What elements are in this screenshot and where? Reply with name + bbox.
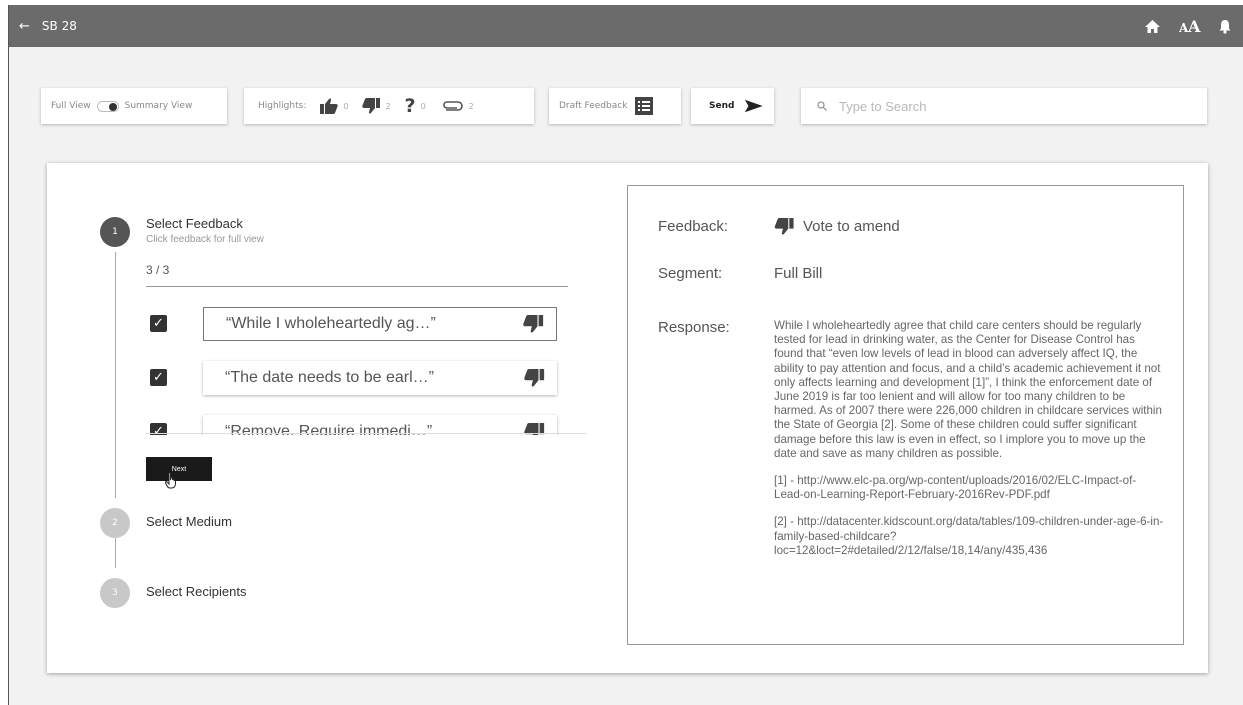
svg-text:A: A [1187, 18, 1201, 34]
feedback-card[interactable]: “While I wholeheartedly ag…” [203, 307, 557, 341]
reference-1[interactable]: [1] - http://www.elc-pa.org/wp-content/u… [774, 474, 1164, 502]
top-bar: ← SB 28 AA [9, 5, 1243, 47]
segment-label: Segment: [658, 265, 723, 282]
feedback-snippet: “While I wholeheartedly ag…” [226, 315, 436, 332]
feedback-list: ✓ “While I wholeheartedly ag…” ✓ “The da… [146, 307, 568, 435]
search-icon [817, 101, 827, 111]
question-count: 0 [420, 101, 426, 111]
segment-value: Full Bill [774, 265, 823, 282]
step-connector-line [115, 252, 116, 498]
top-bar-actions: AA [1144, 5, 1231, 47]
view-toggle-box: Full View Summary View [41, 88, 227, 124]
send-arrow-icon [745, 99, 764, 113]
feedback-row: ✓ “The date needs to be earl…” [146, 361, 568, 395]
highlights-label: Highlights: [258, 101, 307, 111]
question-icon: ? [404, 95, 416, 117]
response-text: While I wholeheartedly agree that child … [774, 319, 1162, 460]
feedback-detail-panel: Feedback: Vote to amend Segment: Full Bi… [627, 185, 1184, 645]
thumbs-down-icon [362, 98, 381, 114]
attachment-count: 2 [468, 101, 474, 111]
thumbs-up-count: 0 [343, 101, 349, 111]
feedback-snippet: “The date needs to be earl…” [225, 369, 435, 386]
notification-bell-icon[interactable] [1219, 19, 1231, 34]
highlight-question[interactable]: ? 0 [405, 95, 426, 117]
highlight-thumbs-up[interactable]: 0 [320, 98, 348, 114]
thumbs-down-icon [524, 369, 545, 387]
feedback-list-divider [146, 433, 586, 434]
highlight-thumbs-down[interactable]: 2 [362, 98, 391, 114]
page-title: SB 28 [41, 19, 77, 33]
hand-cursor-icon [164, 472, 179, 493]
feedback-count-divider [146, 286, 568, 287]
thumbs-down-icon [774, 218, 794, 235]
search-input[interactable] [839, 98, 1159, 114]
next-button[interactable]: Next [146, 457, 212, 481]
step-1-title: Select Feedback [146, 216, 243, 231]
step-2-circle: 2 [100, 508, 130, 538]
feedback-row: ✓ “Remove. Require immedi…” [146, 415, 568, 435]
send-label: Send [709, 101, 735, 111]
home-icon[interactable] [1144, 19, 1161, 34]
feedback-checkbox[interactable]: ✓ [150, 315, 167, 332]
thumbs-up-icon [320, 98, 339, 114]
font-size-icon[interactable]: AA [1179, 18, 1201, 34]
paperclip-icon [442, 101, 463, 111]
feedback-card[interactable]: “Remove. Require immedi…” [203, 415, 557, 435]
feedback-count: 3 / 3 [146, 263, 170, 277]
step-2-title[interactable]: Select Medium [146, 514, 232, 529]
feedback-checkbox[interactable]: ✓ [150, 369, 167, 386]
full-view-label[interactable]: Full View [51, 101, 91, 111]
feedback-row: ✓ “While I wholeheartedly ag…” [146, 307, 568, 341]
summary-view-label[interactable]: Summary View [125, 101, 193, 111]
step-1-subtitle: Click feedback for full view [146, 234, 264, 245]
response-label: Response: [658, 319, 730, 336]
feedback-value: Vote to amend [774, 218, 900, 235]
step-1-circle: 1 [100, 217, 130, 247]
list-icon [635, 97, 654, 115]
step-3-title[interactable]: Select Recipients [146, 584, 246, 599]
step-3-circle: 3 [100, 578, 130, 608]
reference-2[interactable]: [2] - http://datacenter.kidscount.org/da… [774, 515, 1164, 558]
draft-feedback-button[interactable]: Draft Feedback [549, 88, 681, 124]
thumbs-down-count: 2 [385, 101, 391, 111]
app-window: ← SB 28 AA Full View Summary View Highli… [8, 5, 1243, 705]
feedback-label: Feedback: [658, 218, 729, 235]
feedback-card[interactable]: “The date needs to be earl…” [203, 361, 557, 395]
highlight-attachment[interactable]: 2 [440, 100, 474, 112]
step-connector-line [115, 538, 116, 568]
thumbs-down-icon [523, 315, 544, 333]
highlights-box: Highlights: 0 2 ? 0 2 [244, 88, 534, 124]
search-box [801, 88, 1207, 124]
send-button[interactable]: Send [691, 88, 774, 124]
back-arrow-icon[interactable]: ← [19, 19, 30, 34]
feedback-value-text: Vote to amend [803, 218, 900, 235]
response-body: While I wholeheartedly agree that child … [774, 319, 1164, 571]
view-toggle[interactable] [96, 100, 119, 112]
draft-feedback-label: Draft Feedback [559, 101, 628, 111]
